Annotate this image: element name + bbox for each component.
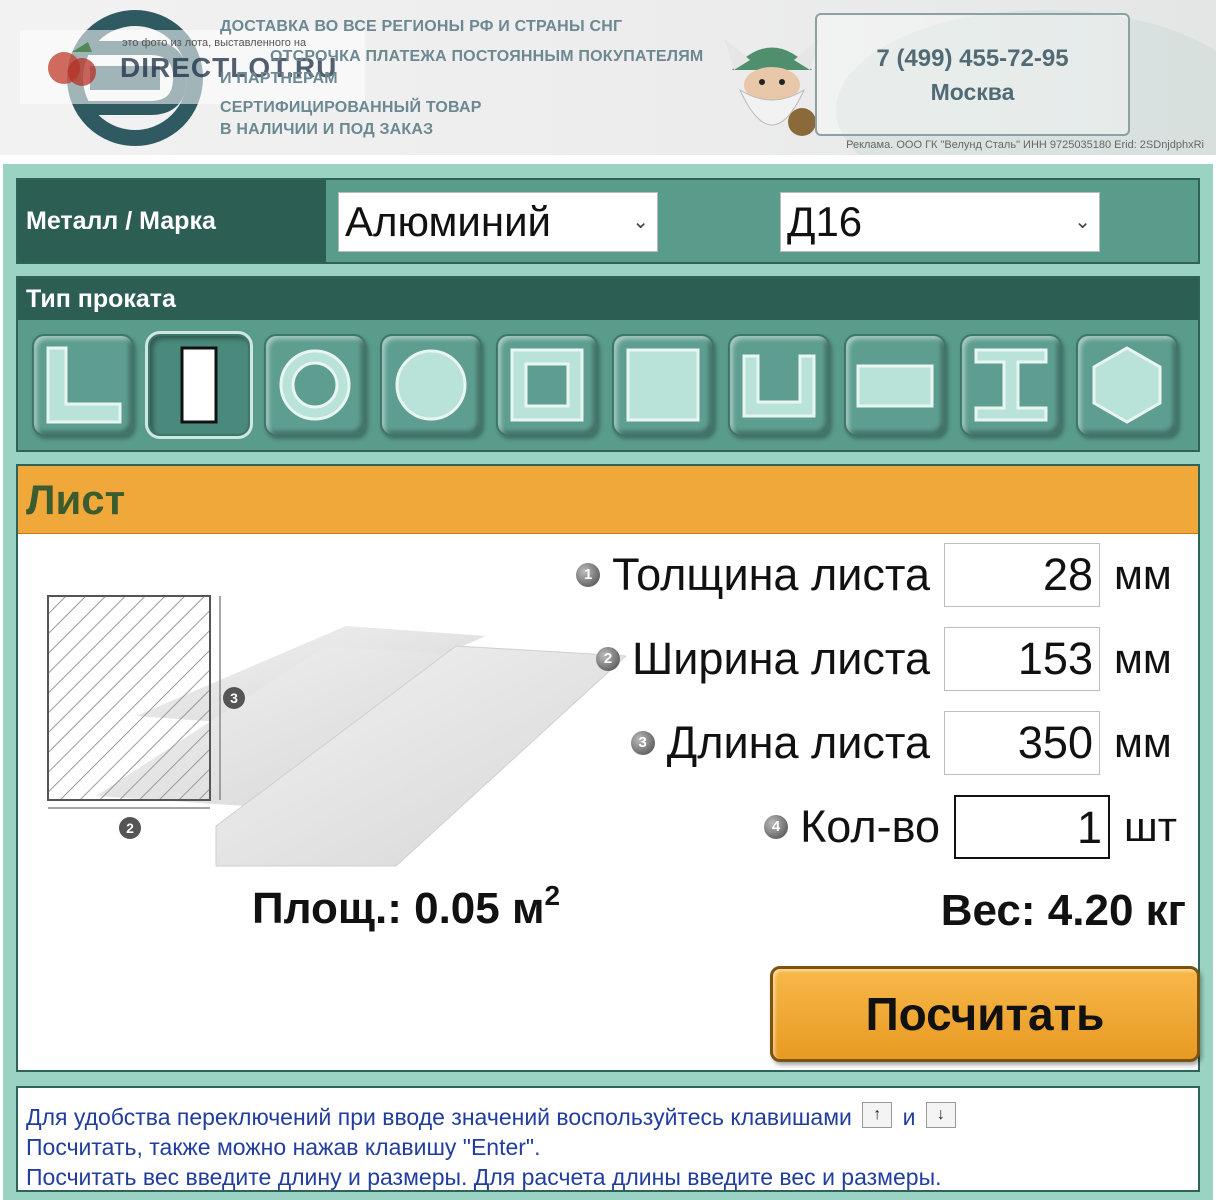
- field-row-quantity: 4 Кол-во 1 шт: [764, 794, 1186, 860]
- profile-button-angle[interactable]: [32, 334, 134, 436]
- ad-line-deferral: ОТСРОЧКА ПЛАТЕЖА ПОСТОЯННЫМ ПОКУПАТЕЛЯМ: [270, 48, 704, 65]
- chevron-down-icon: ⌄: [632, 211, 649, 233]
- metal-select-value: Алюминий: [345, 198, 552, 245]
- grade-select-value: Д16: [787, 198, 863, 245]
- help-box: Для удобства переключений при вводе знач…: [16, 1086, 1200, 1192]
- square-bar-icon: [626, 348, 700, 422]
- length-label: Длина листа: [666, 717, 930, 768]
- i-beam-icon: [974, 348, 1048, 422]
- ad-line-stock: В НАЛИЧИИ И ПОД ЗАКАЗ: [220, 121, 434, 138]
- metal-grade-row: Металл / Марка Алюминий ⌄ Д16 ⌄: [16, 178, 1200, 264]
- quantity-input[interactable]: 1: [954, 795, 1110, 859]
- arrow-up-key-icon: ↑: [862, 1102, 893, 1128]
- help-conjunction: и: [902, 1104, 916, 1130]
- arrow-down-key-icon: ↓: [925, 1102, 956, 1128]
- profile-button-channel[interactable]: [728, 334, 830, 436]
- help-line-enter: Посчитать, также можно нажав клавишу "En…: [26, 1134, 541, 1160]
- phone-number[interactable]: 7 (499) 455-72-95: [817, 45, 1128, 73]
- profile-button-round-bar[interactable]: [380, 334, 482, 436]
- square-tube-icon: [510, 348, 584, 422]
- area-unit-exponent: 2: [544, 880, 561, 911]
- quantity-label: Кол-во: [800, 801, 940, 852]
- dimension-label-length: 3: [230, 690, 238, 706]
- field-row-length: 3 Длина листа 350 мм: [630, 710, 1186, 776]
- width-input[interactable]: 153: [944, 627, 1100, 691]
- profile-title: Лист: [18, 466, 1198, 534]
- quantity-unit: шт: [1124, 803, 1177, 850]
- metal-select[interactable]: Алюминий ⌄: [338, 192, 658, 252]
- field-row-thickness: 1 Толщина листа 28 мм: [576, 542, 1186, 608]
- sheet-profile-icon: [180, 346, 218, 424]
- profile-button-sheet[interactable]: [148, 334, 250, 436]
- strip-profile-icon: [856, 364, 934, 408]
- profile-type-label: Тип проката: [18, 278, 1198, 320]
- step-1-icon: 1: [576, 563, 601, 587]
- ad-banner[interactable]: это фото из лота, выставленного на DIREC…: [0, 0, 1216, 155]
- viking-mascot-icon: [724, 38, 820, 136]
- area-result: Площ.: 0.05 м2: [252, 880, 560, 934]
- cross-section-rect: [47, 595, 211, 801]
- help-line-keys: Для удобства переключений при вводе знач…: [26, 1102, 1190, 1132]
- dimension-label-width: 2: [126, 820, 134, 836]
- thickness-label: Толщина листа: [612, 549, 930, 600]
- length-unit: мм: [1114, 719, 1172, 766]
- step-4-icon: 4: [764, 815, 789, 839]
- ad-line-delivery: ДОСТАВКА ВО ВСЕ РЕГИОНЫ РФ И СТРАНЫ СНГ: [220, 18, 623, 35]
- sheet-calculator-panel: Лист 3 2 1 Толщина листа 28 мм 2 Ширина …: [16, 464, 1200, 1072]
- angle-profile-icon: [46, 346, 122, 424]
- profile-button-square-bar[interactable]: [612, 334, 714, 436]
- field-row-width: 2 Ширина листа 153 мм: [596, 626, 1186, 692]
- step-3-icon: 3: [630, 731, 655, 755]
- grade-select[interactable]: Д16 ⌄: [780, 192, 1100, 252]
- profile-button-hexagon[interactable]: [1076, 334, 1178, 436]
- weight-result: Вес: 4.20 кг: [940, 886, 1186, 935]
- thickness-input[interactable]: 28: [944, 543, 1100, 607]
- step-2-icon: 2: [596, 647, 621, 671]
- length-input[interactable]: 350: [944, 711, 1100, 775]
- ad-disclaimer: Реклама. ООО ГК "Велунд Сталь" ИНН 97250…: [846, 139, 1204, 151]
- ad-line-certified: СЕРТИФИЦИРОВАННЫЙ ТОВАР: [220, 99, 482, 116]
- sheet-diagram: 3 2: [47, 595, 626, 867]
- round-bar-icon: [395, 349, 467, 421]
- profile-button-pipe[interactable]: [264, 334, 366, 436]
- profile-button-strip[interactable]: [844, 334, 946, 436]
- help-text-1: Для удобства переключений при вводе знач…: [26, 1104, 852, 1130]
- ad-line-partners: И ПАРТНЕРАМ: [220, 70, 338, 87]
- profile-button-i-beam[interactable]: [960, 334, 1062, 436]
- width-unit: мм: [1114, 635, 1172, 682]
- profile-type-row: Тип проката: [16, 276, 1200, 452]
- calculate-button[interactable]: Посчитать: [770, 966, 1200, 1062]
- width-label: Ширина листа: [632, 633, 930, 684]
- calculator-frame: Металл / Марка Алюминий ⌄ Д16 ⌄ Тип прок…: [3, 164, 1213, 1200]
- area-result-text: Площ.: 0.05 м: [252, 884, 545, 933]
- pipe-profile-icon: [279, 349, 351, 421]
- contact-box[interactable]: 7 (499) 455-72-95 Москва: [815, 13, 1130, 136]
- chevron-down-icon: ⌄: [1074, 211, 1091, 233]
- thickness-unit: мм: [1114, 551, 1172, 598]
- hexagon-bar-icon: [1092, 346, 1162, 424]
- raspberry-icon: [48, 42, 96, 86]
- city-name: Москва: [930, 79, 1015, 105]
- channel-profile-icon: [742, 354, 816, 418]
- profile-button-square-tube[interactable]: [496, 334, 598, 436]
- metal-grade-label: Металл / Марка: [18, 180, 326, 262]
- help-line-mode: Посчитать вес введите длину и размеры. Д…: [26, 1164, 942, 1190]
